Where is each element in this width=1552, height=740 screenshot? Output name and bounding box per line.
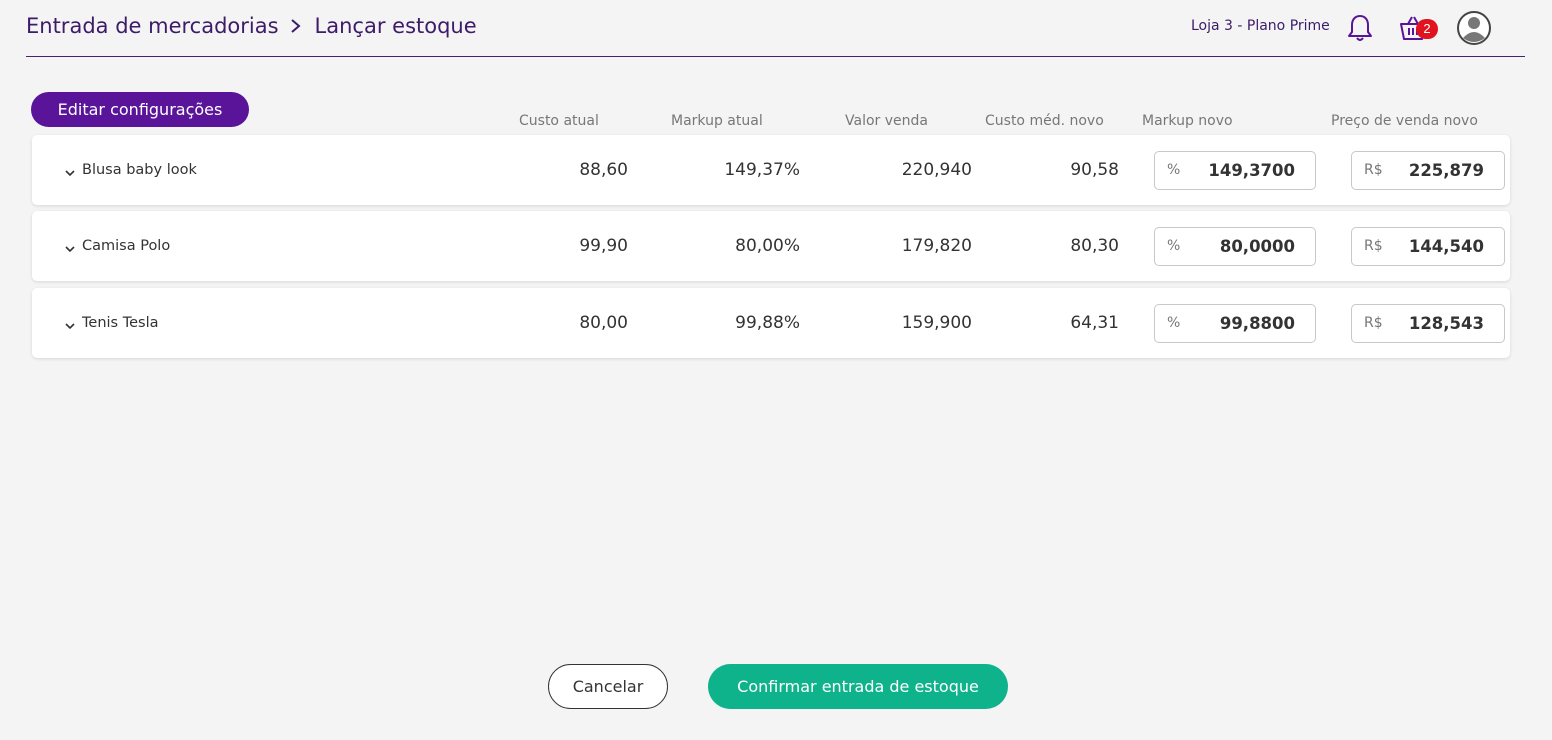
preco-venda-novo-input[interactable]: R$ 144,540 (1351, 227, 1505, 266)
markup-novo-value: 80,0000 (1219, 237, 1295, 256)
markup-novo-input[interactable]: % 80,0000 (1154, 227, 1316, 266)
markup-novo-value: 99,8800 (1219, 314, 1295, 333)
top-header: Entrada de mercadorias Lançar estoque Lo… (26, 0, 1525, 57)
column-header-markup-novo: Markup novo (1142, 113, 1233, 129)
custo-atual-value: 88,60 (579, 160, 628, 180)
custo-medio-novo-value: 80,30 (1070, 236, 1119, 256)
custo-atual-value: 80,00 (579, 313, 628, 333)
valor-venda-value: 179,820 (901, 236, 972, 256)
chevron-down-icon[interactable] (64, 165, 76, 183)
bell-icon[interactable] (1346, 13, 1374, 48)
markup-atual-value: 80,00% (735, 236, 800, 256)
breadcrumb: Entrada de mercadorias Lançar estoque (26, 14, 477, 38)
currency-prefix: R$ (1364, 238, 1383, 254)
edit-settings-button[interactable]: Editar configurações (31, 92, 249, 127)
chevron-down-icon[interactable] (64, 241, 76, 259)
valor-venda-value: 159,900 (901, 313, 972, 333)
cart-count-badge: 2 (1416, 19, 1438, 39)
confirm-stock-entry-button[interactable]: Confirmar entrada de estoque (708, 664, 1008, 709)
preco-venda-novo-input[interactable]: R$ 225,879 (1351, 151, 1505, 190)
chevron-down-icon[interactable] (64, 318, 76, 336)
percent-prefix: % (1167, 238, 1181, 254)
breadcrumb-item-entrada[interactable]: Entrada de mercadorias (26, 14, 279, 38)
markup-atual-value: 149,37% (724, 160, 800, 180)
markup-novo-input[interactable]: % 149,3700 (1154, 151, 1316, 190)
product-name: Blusa baby look (82, 162, 197, 178)
custo-atual-value: 99,90 (579, 236, 628, 256)
currency-prefix: R$ (1364, 162, 1383, 178)
breadcrumb-item-lancar: Lançar estoque (314, 14, 477, 38)
markup-novo-value: 149,3700 (1208, 161, 1295, 180)
currency-prefix: R$ (1364, 315, 1383, 331)
markup-novo-input[interactable]: % 99,8800 (1154, 304, 1316, 343)
avatar-icon[interactable] (1456, 10, 1492, 51)
preco-venda-novo-input[interactable]: R$ 128,543 (1351, 304, 1505, 343)
markup-atual-value: 99,88% (735, 313, 800, 333)
preco-venda-novo-value: 128,543 (1408, 314, 1484, 333)
product-row[interactable]: Tenis Tesla 80,00 99,88% 159,900 64,31 %… (32, 288, 1510, 358)
column-header-preco-venda-novo: Preço de venda novo (1331, 113, 1478, 129)
preco-venda-novo-value: 144,540 (1408, 237, 1484, 256)
percent-prefix: % (1167, 162, 1181, 178)
column-header-valor-venda: Valor venda (845, 113, 928, 129)
product-name: Camisa Polo (82, 238, 171, 254)
custo-medio-novo-value: 64,31 (1070, 313, 1119, 333)
product-row[interactable]: Camisa Polo 99,90 80,00% 179,820 80,30 %… (32, 211, 1510, 281)
chevron-right-icon (289, 18, 303, 34)
product-row[interactable]: Blusa baby look 88,60 149,37% 220,940 90… (32, 135, 1510, 205)
column-header-markup-atual: Markup atual (671, 113, 763, 129)
cancel-button[interactable]: Cancelar (548, 664, 668, 709)
column-header-custo-atual: Custo atual (519, 113, 599, 129)
column-header-custo-medio-novo: Custo méd. novo (985, 113, 1104, 129)
product-name: Tenis Tesla (82, 315, 159, 331)
custo-medio-novo-value: 90,58 (1070, 160, 1119, 180)
store-plan-label[interactable]: Loja 3 - Plano Prime (1191, 18, 1330, 34)
percent-prefix: % (1167, 315, 1181, 331)
valor-venda-value: 220,940 (901, 160, 972, 180)
preco-venda-novo-value: 225,879 (1408, 161, 1484, 180)
